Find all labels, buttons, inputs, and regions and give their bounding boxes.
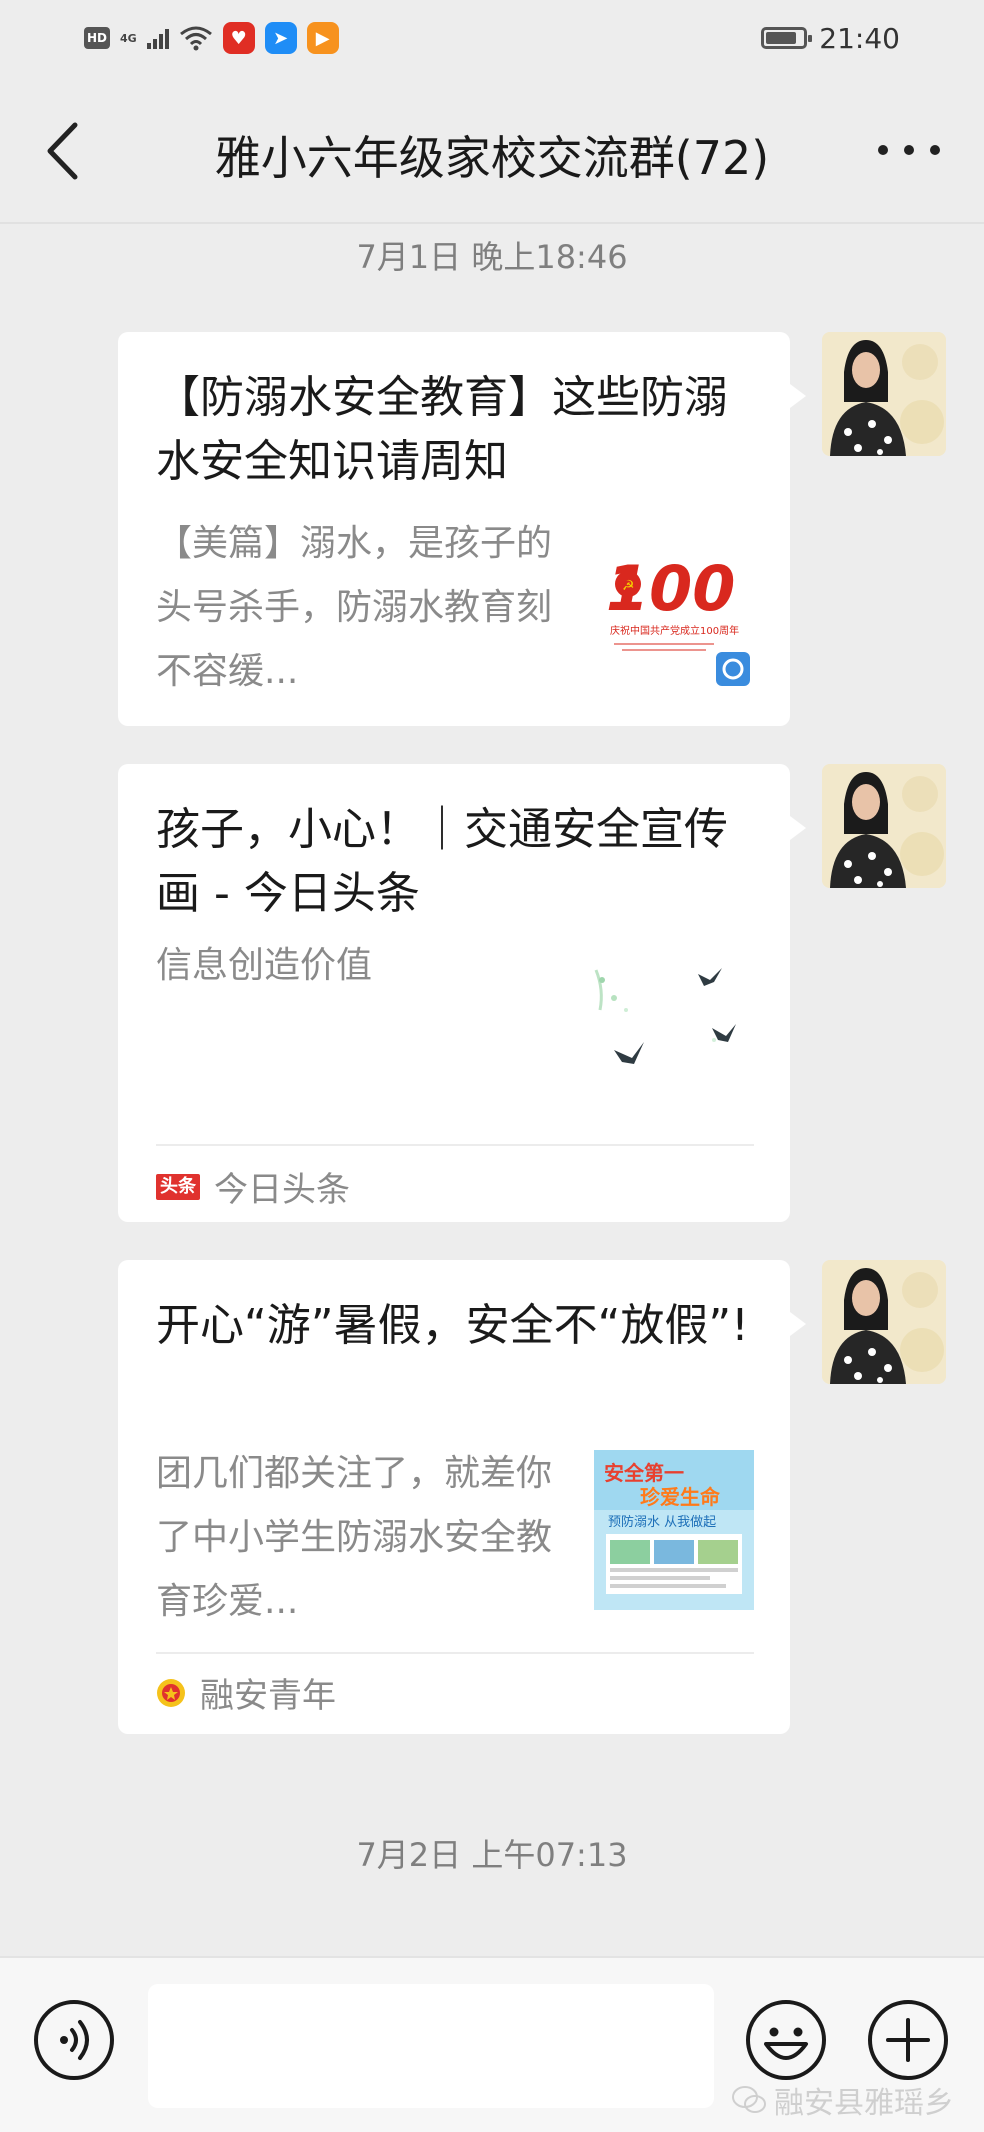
toutiao-icon: 头条	[156, 1173, 200, 1200]
card-title: 【防溺水安全教育】这些防溺水安全知识请周知	[156, 372, 728, 487]
link-message-card[interactable]: 孩子，小心！｜交通安全宣传画 - 今日头条 信息创造价值 头条 今日头条	[118, 764, 806, 1222]
svg-text:☭: ☭	[622, 578, 635, 594]
youth-league-icon	[157, 1678, 185, 1707]
message-timestamp: 7月2日 上午07:13	[356, 1836, 628, 1874]
voice-input-button[interactable]	[32, 1998, 116, 2082]
card-description: 团几们都关注了，就差你了中小学生防溺水安全教育珍爱...	[156, 1453, 553, 1622]
card-divider	[156, 1652, 754, 1654]
source-name: 融安青年	[200, 1676, 336, 1716]
voice-icon	[34, 2000, 114, 2080]
chat-title: 雅小六年级家校交流群(72)	[214, 131, 770, 185]
card-title: 开心“游”暑假，安全不“放假”!	[156, 1300, 749, 1351]
watermark-text: 融安县雅瑶乡	[774, 2086, 954, 2121]
message-input[interactable]	[148, 1984, 714, 2108]
thumbnail-caption: 庆祝中国共产党成立100周年	[610, 624, 739, 637]
watermark: 融安县雅瑶乡	[732, 2078, 954, 2122]
wechat-icon	[732, 2086, 766, 2113]
avatar[interactable]	[822, 764, 946, 888]
avatar[interactable]	[822, 332, 946, 456]
poster-line-1: 安全第一	[604, 1461, 684, 1485]
hd-icon: HD	[84, 27, 110, 49]
emoji-button[interactable]	[744, 1998, 828, 2082]
source-name: 今日头条	[214, 1170, 350, 1210]
card-source: 融安青年	[156, 1668, 336, 1717]
clock: 21:40	[819, 21, 900, 55]
chat-header: 雅小六年级家校交流群(72)	[0, 76, 984, 226]
more-functions-button[interactable]	[866, 1998, 950, 2082]
card-divider	[156, 1144, 754, 1146]
more-options-button[interactable]	[878, 132, 940, 168]
poster-line-3: 预防溺水 从我做起	[608, 1514, 716, 1530]
header-divider	[0, 222, 984, 224]
status-bar: HD 4G ♥ ➤ ▶ 21:40	[0, 0, 984, 76]
card-description: 信息创造价值	[156, 945, 373, 986]
link-message-card[interactable]: 【防溺水安全教育】这些防溺水安全知识请周知 【美篇】溺水，是孩子的头号杀手，防溺…	[118, 332, 806, 726]
safety-poster-thumbnail: 安全第一 珍爱生命 预防溺水 从我做起	[594, 1450, 754, 1610]
wifi-icon	[179, 26, 212, 51]
link-message-card[interactable]: 开心“游”暑假，安全不“放假”! 团几们都关注了，就差你了中小学生防溺水安全教育…	[118, 1260, 806, 1734]
video-app-icon: ▶	[306, 22, 339, 54]
message-timestamp: 7月1日 晚上18:46	[356, 238, 628, 276]
network-type: 4G	[120, 31, 137, 45]
swallows-thumbnail	[594, 950, 754, 1110]
plus-icon	[868, 2000, 948, 2080]
battery-icon	[761, 27, 813, 49]
party-100-anniversary-thumbnail: 100 ☭ 庆祝中国共产党成立100周年	[594, 532, 754, 692]
avatar[interactable]	[822, 1260, 946, 1384]
card-title: 孩子，小心！｜交通安全宣传画 - 今日头条	[156, 804, 728, 919]
smiley-icon	[746, 2000, 826, 2080]
pinduoduo-app-icon: ♥	[222, 22, 255, 54]
poster-line-2: 珍爱生命	[640, 1485, 721, 1509]
signal-icon	[146, 27, 169, 49]
card-source: 头条 今日头条	[156, 1162, 350, 1211]
card-description: 【美篇】溺水，是孩子的头号杀手，防溺水教育刻不容缓...	[156, 523, 553, 692]
dingtalk-app-icon: ➤	[264, 22, 297, 54]
